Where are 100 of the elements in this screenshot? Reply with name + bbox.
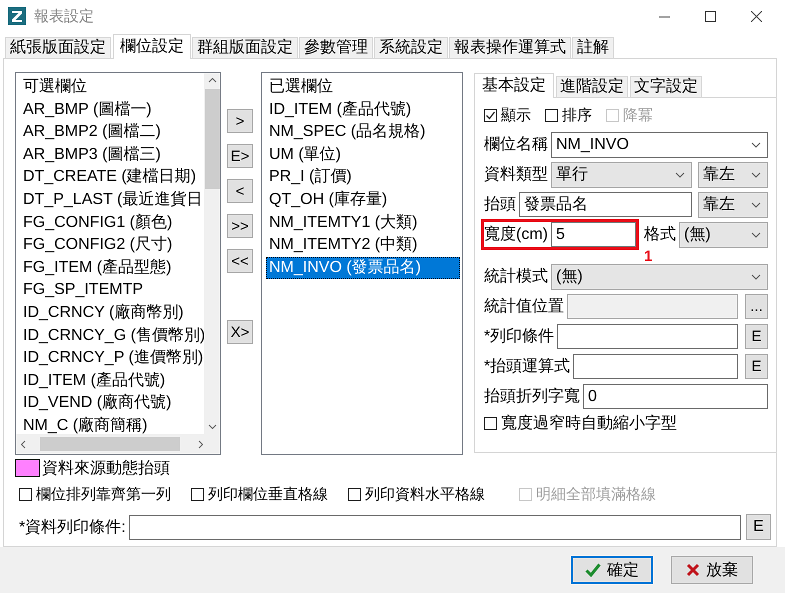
annotation-number: 1 [644,250,652,263]
cross-icon [686,563,700,577]
list-item[interactable]: NM_SPEC (品名規格) [266,121,460,144]
checkbox-label: 顯示 [501,106,531,125]
list-item[interactable]: AR_BMP3 (圖檔三) [20,144,202,166]
chevron-icon [751,232,761,238]
dropdown[interactable]: NM_INVO [551,132,768,158]
list-item[interactable]: NM_C (廠商簡稱) [20,414,202,434]
app-logo-icon [8,7,26,25]
field-label: 寬度(cm) [484,224,548,245]
list-item[interactable]: NM_INVO (發票品名) [266,256,460,280]
list-item[interactable]: UM (單位) [266,144,460,166]
tab[interactable]: 註解 [572,37,614,58]
dropdown[interactable]: 靠左 [698,162,768,188]
field-label: 抬頭折列字寬 [484,386,580,407]
tab[interactable]: 文字設定 [630,76,702,97]
list-item[interactable]: AR_BMP2 (圖檔二) [20,121,202,144]
move-button[interactable]: < [227,179,253,203]
list-item[interactable]: PR_I (訂價) [266,166,460,189]
tab[interactable]: 系統設定 [374,37,448,58]
field-label: 格式 [644,224,676,245]
checkbox[interactable] [545,109,558,122]
text-field[interactable]: 5 [550,222,636,247]
list-item[interactable]: DT_P_LAST (最近進貨日 [20,188,202,212]
window-title: 報表設定 [34,6,94,26]
maximize-icon[interactable] [704,10,716,22]
field-label: *列印條件 [484,326,554,347]
text-field[interactable] [128,514,741,540]
tab[interactable]: 紙張版面設定 [5,37,111,58]
list-item[interactable]: ID_CRNCY_G (售價幣別) [20,324,202,348]
legend-label: 資料來源動態抬頭 [42,458,170,478]
checkbox-label: 欄位排列靠齊第一列 [36,484,171,504]
field-label: 欄位名稱 [484,135,548,155]
list-item[interactable]: FG_CONFIG2 (尺寸) [20,234,202,257]
list-item[interactable]: NM_ITEMTY1 (大類) [266,212,460,234]
dropdown[interactable]: (無) [551,264,768,290]
chevron-icon [751,172,761,178]
checkbox-label: 降冪 [623,106,653,125]
list-item[interactable]: QT_OH (庫存量) [266,188,460,212]
field-label: 統計模式 [484,266,548,287]
list-item[interactable]: ID_CRNCY_P (進價幣別) [20,347,202,370]
checkbox-label: 寬度過窄時自動縮小字型 [501,414,677,434]
dropdown[interactable]: (無) [679,222,768,248]
dropdown[interactable]: 靠左 [698,192,768,218]
field-label: 抬頭 [484,195,516,215]
small-button[interactable]: E [745,354,768,379]
tab[interactable]: 欄位設定 [113,34,191,59]
checkbox-label: 排序 [562,106,592,125]
scrollbar[interactable] [204,73,220,434]
text-field[interactable] [557,324,738,349]
chevron-icon [751,274,761,280]
list-item[interactable]: ID_VEND (廠商代號) [20,392,202,415]
scroll-right-icon [198,440,204,448]
text-field[interactable] [573,354,738,379]
checkbox[interactable] [191,488,204,500]
scrollbar[interactable] [16,434,220,454]
scroll-up-icon [208,77,216,83]
move-button[interactable]: > [227,109,253,133]
close-icon[interactable] [750,10,762,22]
list-item[interactable]: ID_ITEM (產品代號) [20,370,202,392]
list-item[interactable]: DT_CREATE (建檔日期) [20,166,202,189]
dropdown[interactable]: 單行 [551,162,692,188]
small-button[interactable]: E [746,514,771,540]
checkbox-label: 明細全部填滿格線 [536,484,656,504]
checkbox[interactable] [348,488,361,500]
move-button[interactable]: << [227,249,253,273]
list-header: 已選欄位 [268,77,334,97]
tab[interactable]: 基本設定 [474,73,554,98]
scroll-left-icon [20,440,26,448]
field-label: *抬頭運算式 [484,356,570,377]
field-label: 資料類型 [484,164,548,185]
check-icon [585,563,601,577]
list-item[interactable]: ID_ITEM (產品代號) [266,98,460,122]
text-field[interactable]: 發票品名 [519,192,692,217]
checkbox[interactable] [19,488,32,500]
checkbox[interactable] [484,417,497,430]
move-button[interactable]: E> [227,144,253,168]
list-item[interactable]: FG_CONFIG1 (顏色) [20,212,202,234]
scroll-down-icon [208,424,216,430]
chevron-icon [751,202,761,208]
tab[interactable]: 報表操作運算式 [449,37,571,58]
dialog-button[interactable]: 確定 [571,556,653,584]
list-item[interactable]: ID_CRNCY (廠商幣別) [20,302,202,325]
tab[interactable]: 參數管理 [299,37,373,58]
field-label: *資料列印條件: [19,518,126,538]
chevron-icon [751,142,761,148]
checkbox[interactable] [484,109,497,122]
list-item[interactable]: FG_SP_ITEMTP [20,279,202,302]
dialog-button[interactable]: 放棄 [671,556,753,584]
list-header: 可選欄位 [22,77,88,97]
list-item[interactable]: NM_ITEMTY2 (中類) [266,234,460,257]
small-button[interactable]: E [745,324,768,349]
checkbox-label: 列印資料水平格線 [365,484,485,504]
tab[interactable]: 群組版面設定 [192,37,298,58]
small-button[interactable]: ... [745,294,768,319]
tab[interactable]: 進階設定 [556,76,628,97]
list-item[interactable]: FG_ITEM (產品型態) [20,256,202,280]
move-button[interactable]: >> [227,214,253,238]
text-field[interactable]: 0 [583,384,768,409]
list-item[interactable]: AR_BMP (圖檔一) [20,98,202,122]
